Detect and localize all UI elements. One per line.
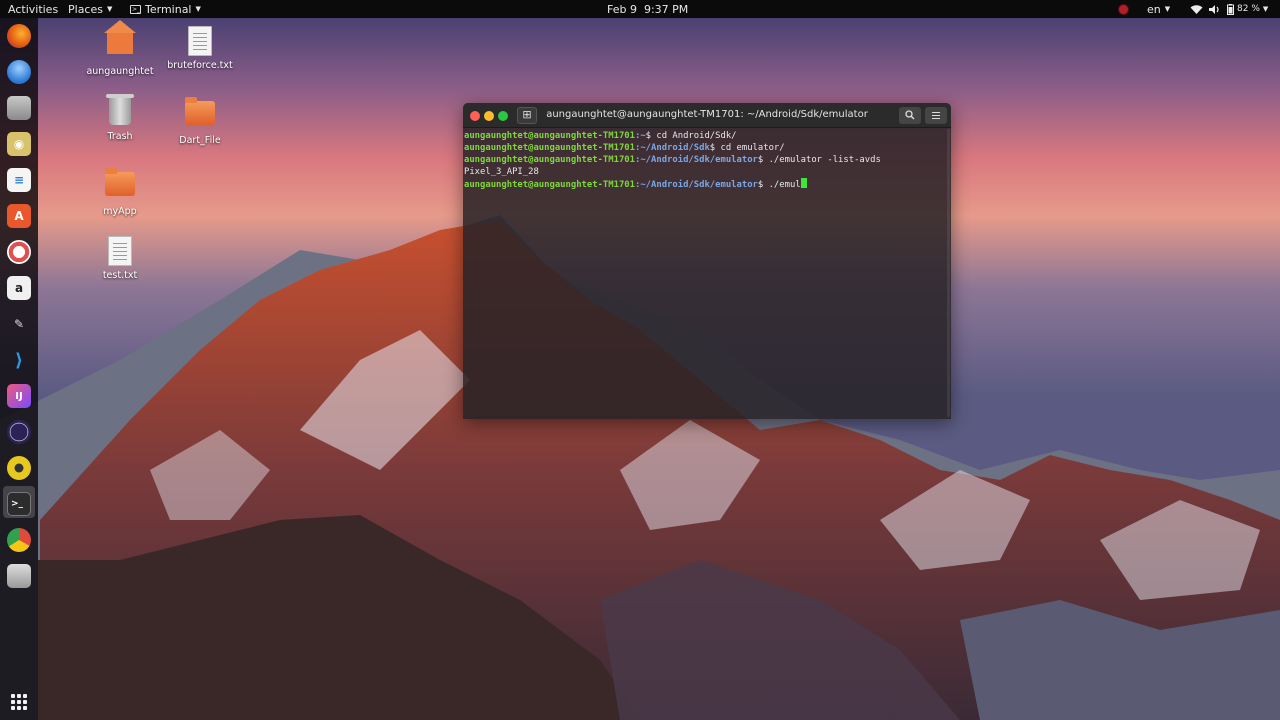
text-cursor xyxy=(800,178,807,188)
eclipse-icon[interactable] xyxy=(7,420,31,444)
activities-button[interactable]: Activities xyxy=(8,0,58,18)
software-center-icon[interactable]: A xyxy=(7,204,31,228)
terminal-line: aungaunghtet@aungaunghtet-TM1701:~$ cd A… xyxy=(464,130,950,142)
dock: ◉ ≡ A a ✎ ⟩ IJ >_ xyxy=(0,18,38,720)
intellij-icon[interactable]: IJ xyxy=(7,384,31,408)
chevron-down-icon: ▼ xyxy=(106,5,113,13)
language-selector[interactable]: en ▼ xyxy=(1147,0,1170,18)
folder-icon xyxy=(185,97,215,125)
terminal-line: aungaunghtet@aungaunghtet-TM1701:~/Andro… xyxy=(464,178,950,191)
disk-utility-icon[interactable] xyxy=(7,456,31,480)
record-icon xyxy=(1118,3,1129,15)
language-label: en xyxy=(1147,2,1161,16)
desktop-icon-label: Trash xyxy=(107,131,133,142)
trash-icon xyxy=(106,94,134,125)
clock[interactable]: Feb 9 9:37 PM xyxy=(607,0,688,18)
amazon-icon[interactable]: a xyxy=(7,276,31,300)
terminal-line: aungaunghtet@aungaunghtet-TM1701:~/Andro… xyxy=(464,154,950,166)
help-icon[interactable] xyxy=(7,240,31,264)
terminal-icon: >_ xyxy=(130,4,141,14)
rhythmbox-icon[interactable]: ◉ xyxy=(7,132,31,156)
thunderbird-icon[interactable] xyxy=(7,60,31,84)
files-icon[interactable] xyxy=(7,96,31,120)
show-applications-icon[interactable] xyxy=(11,694,27,710)
sublime-icon[interactable]: ✎ xyxy=(7,312,31,336)
top-bar: Activities Places ▼ >_ Terminal ▼ Feb 9 … xyxy=(0,0,1280,18)
terminal-scrollbar[interactable] xyxy=(947,129,950,417)
prompt-user: aungaunghtet@aungaunghtet-TM1701 xyxy=(464,143,635,153)
activities-label: Activities xyxy=(8,2,59,16)
desktop-icon-bruteforce[interactable]: bruteforce.txt xyxy=(165,26,235,71)
desktop-icon-label: test.txt xyxy=(102,270,138,281)
terminal-output[interactable]: aungaunghtet@aungaunghtet-TM1701:~$ cd A… xyxy=(463,128,951,193)
desktop-icon-label: Dart_File xyxy=(179,135,221,146)
places-label: Places xyxy=(68,2,103,16)
wifi-indicator[interactable] xyxy=(1190,0,1203,18)
terminal-titlebar[interactable]: ⊞ aungaunghtet@aungaunghtet-TM1701: ~/An… xyxy=(463,103,951,128)
prompt-command: $ cd Android/Sdk/ xyxy=(645,131,737,141)
terminal-output-line: Pixel_3_API_28 xyxy=(464,166,950,178)
storage-icon[interactable] xyxy=(7,564,31,588)
volume-icon xyxy=(1209,4,1219,14)
app-menu-terminal[interactable]: >_ Terminal ▼ xyxy=(130,0,201,18)
desktop-icon-label: myApp xyxy=(103,206,137,217)
prompt-command: $ ./emulator -list-avds xyxy=(757,155,881,165)
terminal-dock-icon[interactable]: >_ xyxy=(7,492,31,516)
home-folder-icon xyxy=(104,20,136,54)
folder-icon xyxy=(105,168,135,196)
writer-icon[interactable]: ≡ xyxy=(7,168,31,192)
hamburger-menu-button[interactable] xyxy=(925,107,947,124)
chevron-down-icon: ▼ xyxy=(1262,5,1269,13)
desktop-icon-trash[interactable]: Trash xyxy=(85,94,155,142)
command-output: Pixel_3_API_28 xyxy=(464,167,539,177)
search-button[interactable] xyxy=(899,107,921,124)
vscode-icon[interactable]: ⟩ xyxy=(7,348,31,372)
terminal-line: aungaunghtet@aungaunghtet-TM1701:~/Andro… xyxy=(464,142,950,154)
text-file-icon xyxy=(188,26,212,56)
battery-icon xyxy=(1227,3,1234,15)
chrome-icon[interactable] xyxy=(7,528,31,552)
terminal-window[interactable]: ⊞ aungaunghtet@aungaunghtet-TM1701: ~/An… xyxy=(463,103,951,419)
prompt-user: aungaunghtet@aungaunghtet-TM1701 xyxy=(464,131,635,141)
prompt-command: $ cd emulator/ xyxy=(709,143,785,153)
desktop-icon-label: bruteforce.txt xyxy=(167,60,233,71)
app-menu-label: Terminal xyxy=(145,2,192,16)
desktop-icon-dart-file[interactable]: Dart_File xyxy=(165,96,235,146)
chevron-down-icon: ▼ xyxy=(1164,5,1171,13)
prompt-command: $ ./emul xyxy=(757,180,801,190)
desktop-icon-home[interactable]: aungaunghtet xyxy=(85,20,155,77)
desktop-icon-label: aungaunghtet xyxy=(86,66,154,77)
prompt-user: aungaunghtet@aungaunghtet-TM1701 xyxy=(464,155,635,165)
wifi-icon xyxy=(1190,4,1203,14)
prompt-path: :~ xyxy=(634,131,646,141)
desktop-icon-myapp[interactable]: myApp xyxy=(85,167,155,217)
search-icon xyxy=(905,110,915,120)
clock-label: Feb 9 9:37 PM xyxy=(607,2,689,16)
prompt-path: :~/Android/Sdk/emulator xyxy=(634,155,758,165)
places-menu[interactable]: Places ▼ xyxy=(68,0,112,18)
volume-indicator[interactable] xyxy=(1208,0,1221,18)
battery-percent: 82 % xyxy=(1237,4,1260,14)
terminal-title: aungaunghtet@aungaunghtet-TM1701: ~/Andr… xyxy=(546,109,868,120)
screen-recording-indicator[interactable] xyxy=(1118,0,1129,18)
menu-icon xyxy=(932,112,940,113)
battery-indicator[interactable]: 82 % ▼ xyxy=(1227,0,1268,18)
prompt-path: :~/Android/Sdk xyxy=(634,143,710,153)
text-file-icon xyxy=(108,236,132,266)
firefox-icon[interactable] xyxy=(7,24,31,48)
desktop-icon-test-txt[interactable]: test.txt xyxy=(85,236,155,281)
prompt-path: :~/Android/Sdk/emulator xyxy=(634,180,758,190)
chevron-down-icon: ▼ xyxy=(195,5,201,13)
prompt-user: aungaunghtet@aungaunghtet-TM1701 xyxy=(464,180,635,190)
